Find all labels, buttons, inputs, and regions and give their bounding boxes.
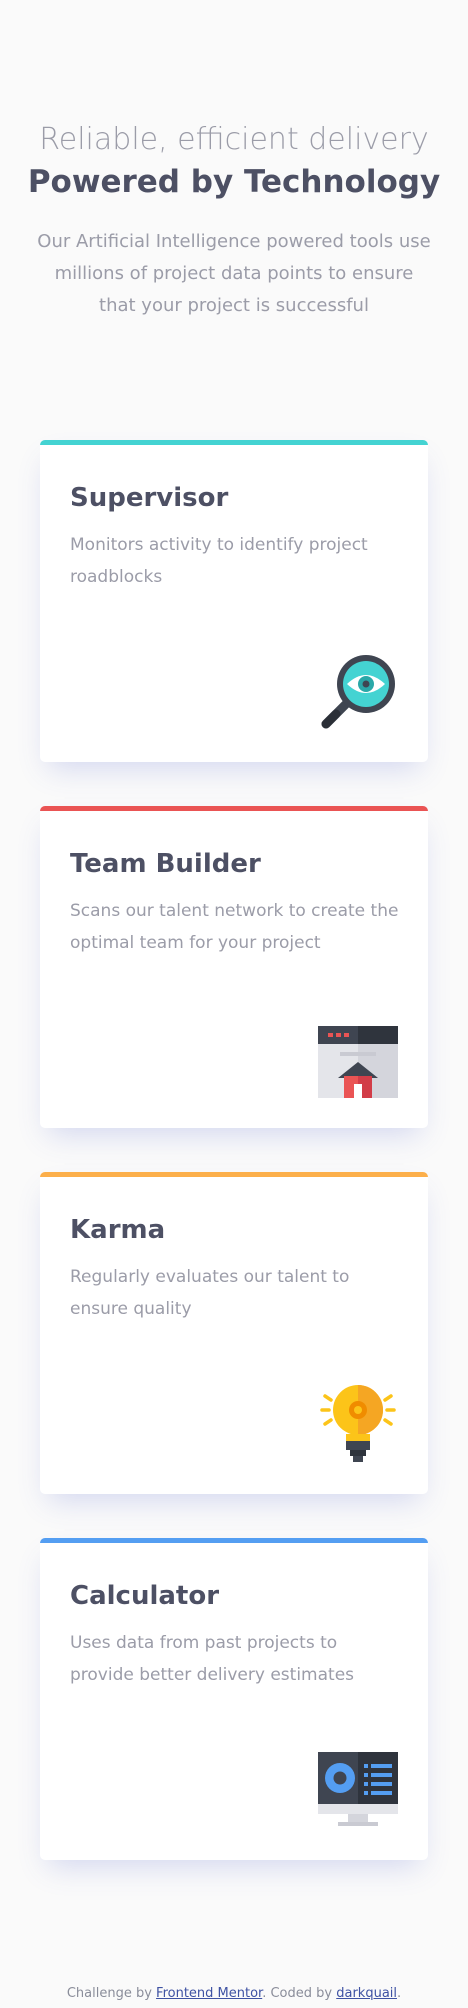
attribution-middle: . Coded by bbox=[262, 1986, 333, 2001]
lightbulb-icon bbox=[320, 1385, 396, 1462]
card-text: Regularly evaluates our talent to ensure… bbox=[70, 1267, 350, 1319]
attribution-prefix: Challenge by bbox=[66, 1986, 152, 2001]
card-text: Scans our talent network to create the o… bbox=[70, 901, 399, 953]
page-header: Reliable, efficient delivery Powered by … bbox=[0, 120, 468, 322]
card-karma: Karma Regularly evaluates our talent to … bbox=[40, 1172, 428, 1494]
tagline: Reliable, efficient delivery bbox=[39, 122, 429, 157]
team-builder-icon bbox=[318, 1026, 398, 1098]
magnifier-eye-icon bbox=[321, 655, 395, 729]
card-title: Team Builder bbox=[70, 849, 261, 879]
card-text: Uses data from past projects to provide … bbox=[70, 1633, 355, 1685]
card-text: Monitors activity to identify project ro… bbox=[70, 535, 368, 587]
frontend-mentor-link[interactable]: Frontend Mentor bbox=[156, 1986, 262, 2001]
page-title: Powered by Technology bbox=[27, 164, 441, 200]
card-calculator: Calculator Uses data from past projects … bbox=[40, 1538, 428, 1860]
card-title: Supervisor bbox=[70, 483, 229, 513]
attribution-suffix: . bbox=[397, 1986, 402, 2001]
attribution-footer: Challenge by Frontend Mentor. Coded by d… bbox=[0, 1986, 468, 2001]
card-title: Karma bbox=[70, 1215, 166, 1245]
card-supervisor: Supervisor Monitors activity to identify… bbox=[40, 440, 428, 762]
card-title: Calculator bbox=[70, 1581, 220, 1611]
author-link[interactable]: darkquail bbox=[336, 1986, 397, 2001]
card-team-builder: Team Builder Scans our talent network to… bbox=[40, 806, 428, 1128]
monitor-calculator-icon bbox=[318, 1752, 398, 1826]
intro-description: Our Artificial Intelligence powered tool… bbox=[37, 231, 431, 316]
